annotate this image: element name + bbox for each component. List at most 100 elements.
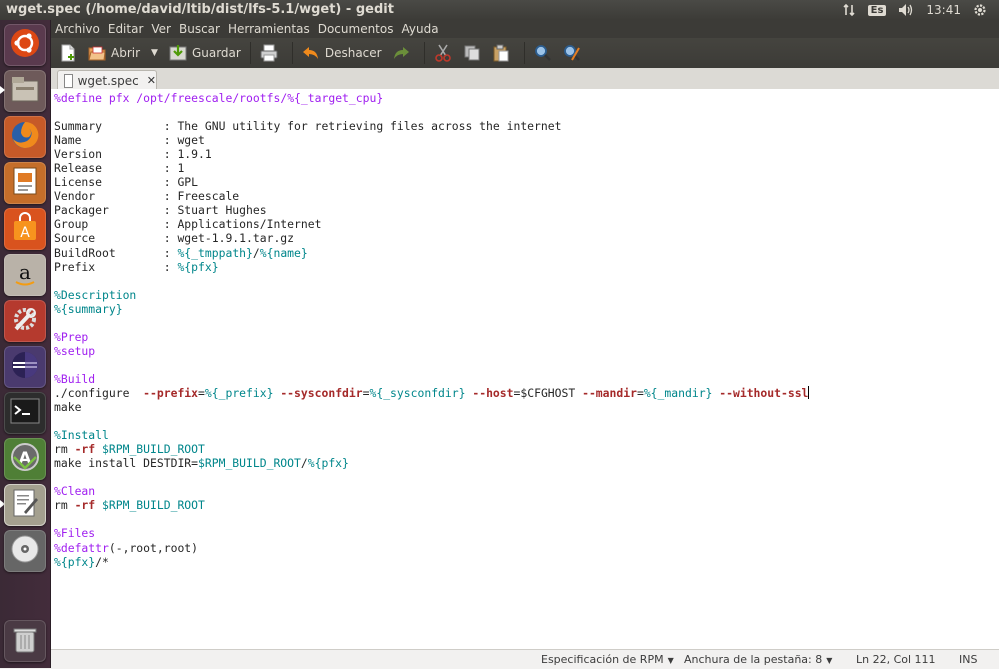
print-button[interactable]: [257, 40, 286, 66]
new-document-button[interactable]: [56, 40, 85, 66]
code-line: Version : 1.9.1: [54, 147, 809, 161]
network-icon[interactable]: [842, 3, 856, 17]
menu-ver[interactable]: Ver: [147, 22, 175, 36]
language-selector[interactable]: Especificación de RPM ▼: [541, 653, 674, 666]
open-recent-dropdown[interactable]: ▼: [143, 40, 166, 66]
code-token: $RPM_BUILD_ROOT: [102, 498, 205, 513]
top-panel: wget.spec (/home/david/ltib/dist/lfs-5.1…: [0, 0, 999, 20]
launcher-firefox[interactable]: [4, 116, 46, 158]
code-token: rm: [54, 442, 75, 457]
code-line: rm -rf $RPM_BUILD_ROOT: [54, 442, 809, 456]
folder-open-icon: [88, 44, 106, 62]
undo-button[interactable]: Deshacer: [299, 40, 385, 66]
launcher-software-center[interactable]: A: [4, 208, 46, 250]
chevron-down-icon: ▼: [667, 656, 674, 665]
find-button[interactable]: [531, 40, 560, 66]
code-token: Source : wget-1.9.1.tar.gz: [54, 231, 295, 246]
find-replace-button[interactable]: [560, 40, 589, 66]
launcher-amazon[interactable]: a: [4, 254, 46, 296]
clock[interactable]: 13:41: [926, 3, 961, 17]
menubar: Archivo Editar Ver Buscar Herramientas D…: [51, 20, 999, 38]
wrench-icon: [10, 304, 40, 338]
running-indicator: [0, 86, 5, 94]
menu-archivo[interactable]: Archivo: [51, 22, 104, 36]
code-line: ./configure --prefix=%{_prefix} --syscon…: [54, 385, 810, 400]
code-token: %Description: [54, 287, 137, 302]
redo-arrow-icon: [392, 44, 410, 62]
menu-ayuda[interactable]: Ayuda: [397, 22, 442, 36]
window-title: wget.spec (/home/david/ltib/dist/lfs-5.1…: [6, 2, 394, 17]
code-token: =$CFGHOST: [513, 385, 583, 400]
dash-home-button[interactable]: [4, 24, 46, 66]
redo-button[interactable]: [389, 40, 418, 66]
text-editor[interactable]: %define pfx /opt/freescale/rootfs/%{_tar…: [51, 89, 999, 649]
paste-button[interactable]: [489, 40, 518, 66]
terminal-icon: [10, 398, 40, 428]
code-line: %defattr(-,root,root): [54, 541, 809, 555]
save-button[interactable]: Guardar: [166, 40, 244, 66]
launcher-eclipse[interactable]: [4, 346, 46, 388]
scissors-icon: [434, 44, 452, 62]
launcher-software-updater[interactable]: A: [4, 438, 46, 480]
code-token: /: [300, 456, 308, 471]
toolbar-separator: [523, 42, 525, 64]
open-button[interactable]: Abrir: [85, 40, 143, 66]
code-line: %{summary}: [54, 302, 809, 316]
code-token: --sysconfdir: [280, 385, 363, 400]
insert-mode: INS: [959, 653, 978, 666]
launcher-system-settings[interactable]: [4, 300, 46, 342]
launcher-gedit[interactable]: [4, 484, 46, 526]
tab-wget-spec[interactable]: wget.spec ✕: [57, 70, 157, 90]
launcher-files[interactable]: [4, 70, 46, 112]
code-token: %Install: [54, 428, 109, 443]
code-token: (-,root,root): [108, 540, 199, 555]
code-view: %define pfx /opt/freescale/rootfs/%{_tar…: [54, 91, 810, 569]
code-token: %{_tmppath}: [177, 245, 253, 260]
toolbar-separator: [249, 42, 251, 64]
code-token: $RPM_BUILD_ROOT: [102, 442, 205, 457]
code-token: %{name}: [259, 245, 308, 260]
clipboard-icon: [492, 44, 510, 62]
code-token: rm: [54, 498, 75, 513]
cut-button[interactable]: [431, 40, 460, 66]
close-icon[interactable]: ✕: [147, 74, 156, 87]
code-token: Release : 1: [54, 161, 185, 176]
text-file-icon: [64, 73, 73, 88]
tab-width-label: Anchura de la pestaña: 8: [684, 653, 823, 666]
presentation-icon: [11, 166, 39, 200]
gear-icon[interactable]: [973, 3, 987, 17]
code-token: %{pfx}: [177, 259, 219, 274]
menu-editar[interactable]: Editar: [104, 22, 148, 36]
code-token: %Clean: [54, 484, 96, 499]
code-token: %{_prefix}: [204, 385, 274, 400]
copy-button[interactable]: [460, 40, 489, 66]
menu-documentos[interactable]: Documentos: [314, 22, 398, 36]
keyboard-layout-indicator[interactable]: Es: [867, 4, 887, 16]
firefox-icon: [9, 119, 41, 155]
code-token: %{pfx}: [307, 456, 349, 471]
dropdown-arrow-icon: ▼: [151, 48, 158, 58]
tab-width-selector[interactable]: Anchura de la pestaña: 8 ▼: [684, 653, 832, 666]
code-line: %setup: [54, 344, 809, 358]
menu-herramientas[interactable]: Herramientas: [224, 22, 314, 36]
launcher-trash[interactable]: [4, 620, 46, 662]
code-token: --host: [472, 385, 514, 400]
code-token: %{_target_cpu}: [287, 91, 384, 105]
code-token: -rf: [74, 498, 96, 513]
code-line: Vendor : Freescale: [54, 189, 809, 203]
volume-icon[interactable]: [898, 3, 914, 17]
code-token: Name : wget: [54, 133, 205, 148]
toolbar-separator: [291, 42, 293, 64]
code-token: Prefix :: [54, 259, 178, 274]
code-line: %{pfx}/*: [54, 555, 809, 569]
launcher-disc[interactable]: [4, 530, 46, 572]
code-token: /*: [95, 554, 109, 569]
launcher-terminal[interactable]: [4, 392, 46, 434]
svg-text:A: A: [20, 225, 30, 241]
menu-buscar[interactable]: Buscar: [175, 22, 224, 36]
launcher-impress[interactable]: [4, 162, 46, 204]
